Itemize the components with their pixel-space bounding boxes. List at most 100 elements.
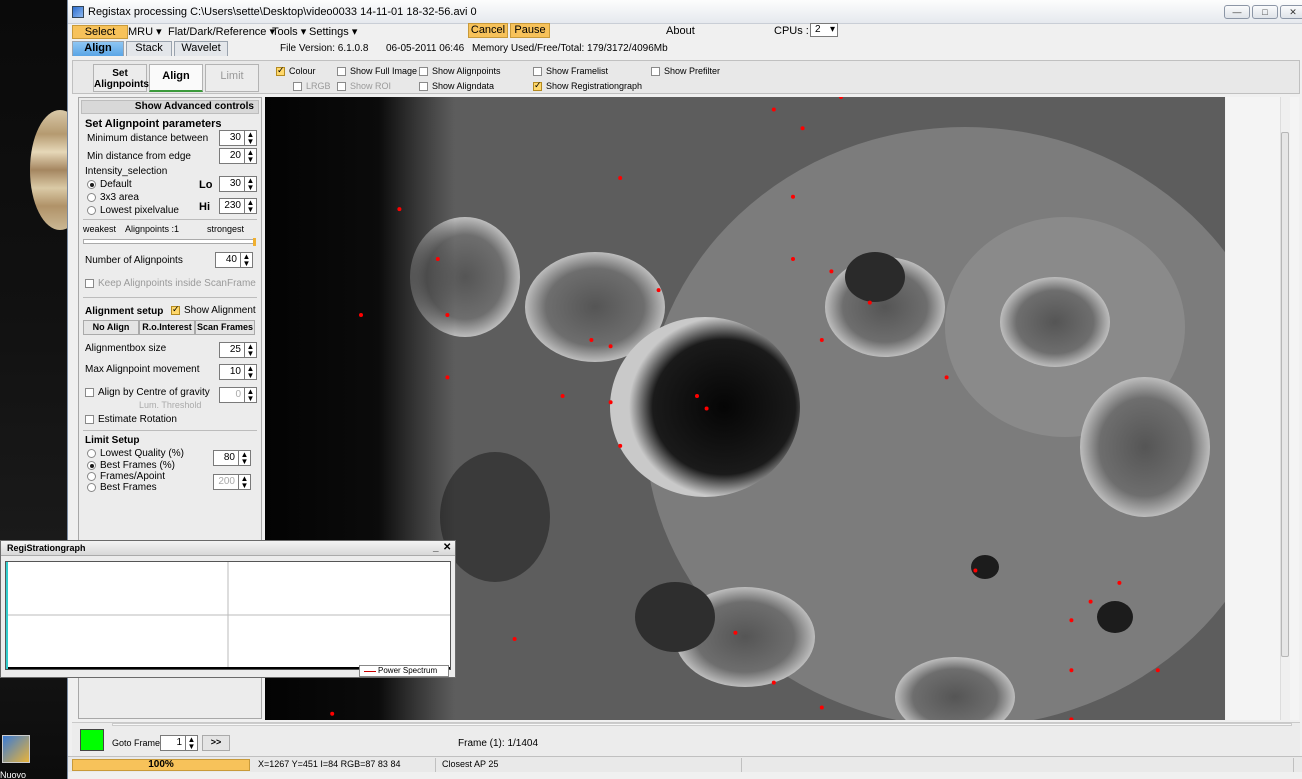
alignpoint-marker[interactable] <box>618 443 623 448</box>
centre-gravity-value[interactable]: 0 <box>219 387 245 403</box>
alignpoint-marker[interactable] <box>819 338 824 342</box>
goto-frame-button[interactable]: >> <box>202 735 230 751</box>
spin-arrows-icon[interactable]: ▲ ▼ <box>245 364 257 380</box>
hi-value[interactable]: 230 <box>219 198 245 214</box>
best-value[interactable]: 80 <box>213 450 239 466</box>
alignpoint-marker[interactable] <box>771 680 776 685</box>
lrgb-checkbox[interactable]: LRGB <box>293 81 331 91</box>
alignpoint-marker[interactable] <box>771 107 776 112</box>
radio-frames-apoint[interactable]: Frames/Apoint <box>87 471 165 482</box>
alignpoint-marker[interactable] <box>608 344 613 349</box>
menu-mru[interactable]: MRU ▾ <box>128 25 162 38</box>
show-alignpoints-checkbox[interactable]: Show Alignpoints <box>419 66 501 76</box>
radio-best-frames[interactable]: Best Frames <box>87 482 157 493</box>
spin-arrows-icon[interactable]: ▲ ▼ <box>245 148 257 164</box>
min-edge-stepper[interactable]: 20 ▲ ▼ <box>219 148 257 164</box>
alignpoint-marker[interactable] <box>608 400 613 405</box>
no-align-button[interactable]: No Align <box>83 320 139 335</box>
alignpoint-marker[interactable] <box>704 406 709 411</box>
alignpoint-marker[interactable] <box>944 375 949 380</box>
show-roi-checkbox[interactable]: Show ROI <box>337 81 391 91</box>
alignpoint-marker[interactable] <box>445 313 450 317</box>
scan-frames-button[interactable]: Scan Frames <box>195 320 255 335</box>
show-full-image-checkbox[interactable]: Show Full Image <box>337 66 417 76</box>
frame-timeline-slider[interactable] <box>112 723 1292 726</box>
spin-arrows-icon[interactable]: ▲ ▼ <box>241 252 253 268</box>
graph-title[interactable]: RegiStrationgraph <box>1 541 455 556</box>
alignpoint-marker[interactable] <box>1069 618 1074 623</box>
max-move-stepper[interactable]: 10 ▲ ▼ <box>219 364 257 380</box>
radio-default[interactable]: Default <box>87 179 132 190</box>
show-aligndata-checkbox[interactable]: Show Aligndata <box>419 81 494 91</box>
num-alignpoints-stepper[interactable]: 40 ▲ ▼ <box>215 252 253 268</box>
select-button[interactable]: Select <box>72 25 128 39</box>
show-framelist-checkbox[interactable]: Show Framelist <box>533 66 608 76</box>
estimate-rotation-checkbox[interactable]: Estimate Rotation <box>85 414 177 425</box>
show-registrationgraph-checkbox[interactable]: Show Registrationgraph <box>533 80 642 91</box>
spin-arrows-icon[interactable]: ▲ ▼ <box>245 387 257 403</box>
alignpoint-marker[interactable] <box>589 338 594 342</box>
subtab-align[interactable]: Align <box>149 64 203 92</box>
hi-stepper[interactable]: 230 ▲ ▼ <box>219 198 257 214</box>
alignpoint-marker[interactable] <box>445 375 450 380</box>
alignpoint-marker[interactable] <box>695 394 699 398</box>
show-alignment-checkbox[interactable]: Show Alignment <box>171 304 256 316</box>
spin-arrows-icon[interactable]: ▲ ▼ <box>245 342 257 358</box>
alignpoint-marker[interactable] <box>618 176 623 180</box>
close-icon[interactable]: ✕ <box>1280 5 1302 19</box>
alignpoint-marker[interactable] <box>791 257 795 261</box>
pause-button[interactable]: Pause <box>510 23 550 38</box>
alignpoint-marker[interactable] <box>1117 580 1122 585</box>
subtab-set-alignpoints[interactable]: Set Alignpoints <box>93 64 149 92</box>
alignpoint-marker[interactable] <box>512 637 517 641</box>
desktop-folder-icon[interactable] <box>2 735 30 763</box>
menu-tools[interactable]: Tools ▾ <box>272 25 306 38</box>
alignpoint-marker[interactable] <box>791 194 795 199</box>
box-size-stepper[interactable]: 25 ▲ ▼ <box>219 342 257 358</box>
tab-stack[interactable]: Stack <box>126 41 172 56</box>
alignpoint-marker[interactable] <box>397 207 402 212</box>
box-size-value[interactable]: 25 <box>219 342 245 358</box>
max-move-value[interactable]: 10 <box>219 364 245 380</box>
spin-arrows-icon[interactable]: ▲ ▼ <box>186 735 198 751</box>
tab-align[interactable]: Align <box>72 41 124 56</box>
lo-stepper[interactable]: 30 ▲ ▼ <box>219 176 257 192</box>
spin-arrows-icon[interactable]: ▲ ▼ <box>245 130 257 146</box>
alignpoint-marker[interactable] <box>1069 668 1074 673</box>
spin-arrows-icon[interactable]: ▲ ▼ <box>239 474 251 490</box>
alignpoint-marker[interactable] <box>1155 668 1160 673</box>
alignpoint-marker[interactable] <box>733 630 738 635</box>
radio-lowest-quality[interactable]: Lowest Quality (%) <box>87 448 184 459</box>
alignpoint-marker[interactable] <box>656 288 661 293</box>
radio-lowest-pixel[interactable]: Lowest pixelvalue <box>87 205 179 216</box>
menu-about[interactable]: About <box>666 25 695 37</box>
best-value-stepper[interactable]: 80 ▲ ▼ <box>213 450 251 466</box>
alignpoint-marker[interactable] <box>330 711 335 716</box>
alignpoint-marker[interactable] <box>973 568 978 573</box>
alignpoint-marker[interactable] <box>867 300 872 305</box>
menu-flat-dark-reference[interactable]: Flat/Dark/Reference ▾ <box>168 25 275 38</box>
frames-value-stepper[interactable]: 200 ▲ ▼ <box>213 474 251 490</box>
radio-3x3-area[interactable]: 3x3 area <box>87 192 139 203</box>
slider-thumb[interactable] <box>253 238 256 246</box>
show-advanced-controls-button[interactable]: Show Advanced controls <box>81 100 259 114</box>
menu-settings[interactable]: Settings ▾ <box>309 25 357 38</box>
show-prefilter-checkbox[interactable]: Show Prefilter <box>651 66 720 76</box>
min-edge-value[interactable]: 20 <box>219 148 245 164</box>
alignpoint-marker[interactable] <box>435 257 440 261</box>
spin-arrows-icon[interactable]: ▲ ▼ <box>245 198 257 214</box>
min-distance-stepper[interactable]: 30 ▲ ▼ <box>219 130 257 146</box>
spin-arrows-icon[interactable]: ▲ ▼ <box>245 176 257 192</box>
goto-frame-value[interactable]: 1 <box>160 735 186 751</box>
subtab-limit[interactable]: Limit <box>205 64 259 92</box>
alignpoint-marker[interactable] <box>1088 599 1093 604</box>
roi-button[interactable]: R.o.Interest <box>139 320 195 335</box>
cpus-select[interactable]: 2 ▾ <box>810 23 838 37</box>
keep-inside-scanframe-checkbox[interactable]: Keep Alignpoints inside ScanFrame <box>85 278 256 289</box>
centre-gravity-stepper[interactable]: 0 ▲ ▼ <box>219 387 257 403</box>
min-distance-value[interactable]: 30 <box>219 130 245 146</box>
maximize-icon[interactable]: □ <box>1252 5 1278 19</box>
close-icon[interactable]: ✕ <box>443 542 451 553</box>
alignpoint-marker[interactable] <box>819 705 824 710</box>
alignpoint-marker[interactable] <box>560 394 565 398</box>
